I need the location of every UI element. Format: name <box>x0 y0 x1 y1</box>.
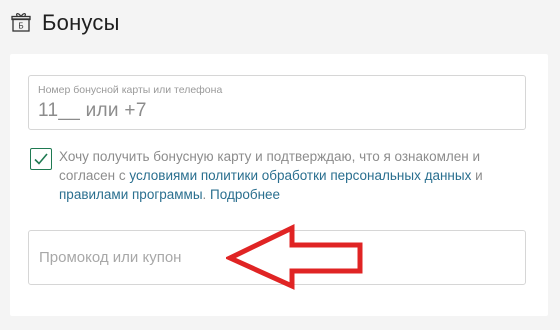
bonus-card-field[interactable]: Номер бонусной карты или телефона 11__ и… <box>28 75 526 130</box>
bonus-card-input[interactable]: 11__ или +7 <box>38 100 147 122</box>
page-title: Бонусы <box>42 10 120 35</box>
gift-icon: Б <box>10 11 34 35</box>
consent-block: Хочу получить бонусную карту и подтвержд… <box>30 146 530 206</box>
bonus-card-label: Номер бонусной карты или телефона <box>38 84 223 96</box>
annotation-arrow-icon <box>226 224 363 290</box>
consent-text-dot: . <box>202 187 211 202</box>
program-rules-link[interactable]: правилами программы <box>59 187 203 202</box>
consent-text-and: и <box>471 168 483 183</box>
privacy-policy-link[interactable]: условиями политики обработки персональны… <box>129 168 471 183</box>
section-header: Б Бонусы <box>10 8 120 38</box>
more-details-link[interactable]: Подробнее <box>210 187 280 202</box>
consent-text: Хочу получить бонусную карту и подтвержд… <box>59 147 531 204</box>
gift-icon-letter: Б <box>18 22 23 31</box>
consent-checkbox[interactable] <box>30 148 52 170</box>
checkmark-icon <box>34 153 48 165</box>
